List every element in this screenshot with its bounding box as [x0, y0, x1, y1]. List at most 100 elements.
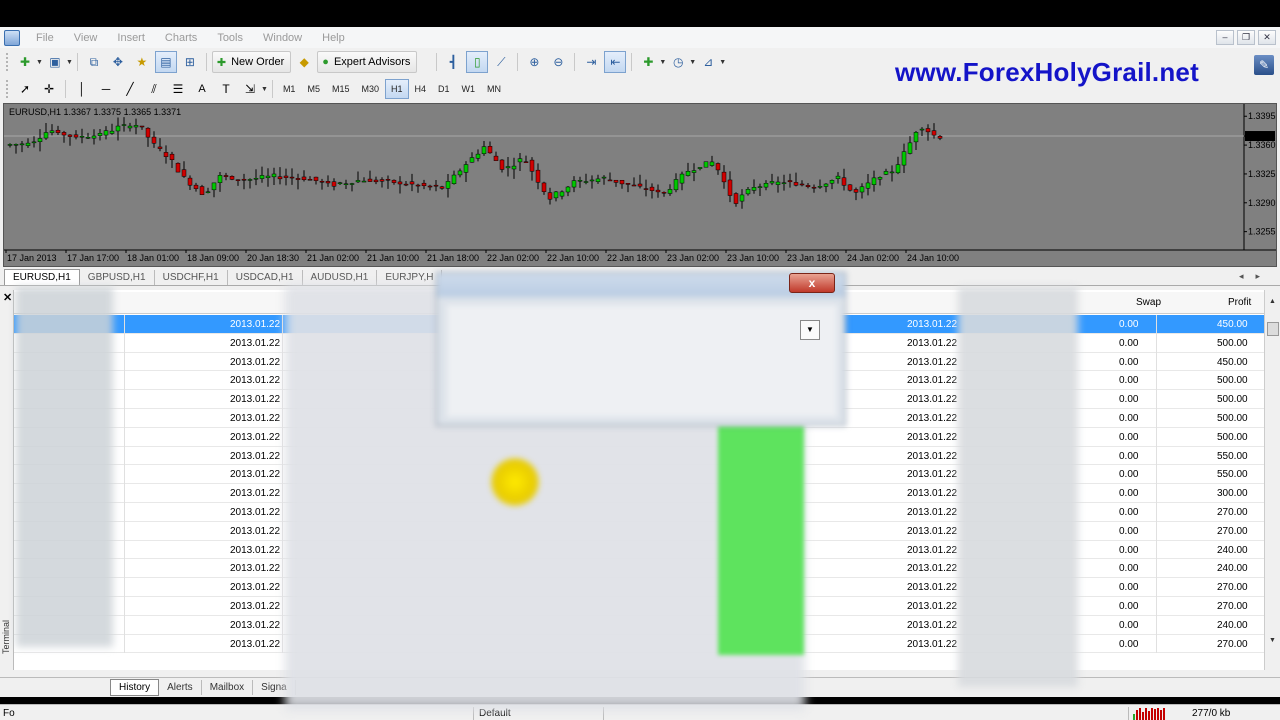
scroll-up-icon[interactable]: ▲ — [1269, 298, 1276, 305]
favorites-icon[interactable]: ★ — [131, 51, 153, 73]
text-icon[interactable]: A — [191, 78, 213, 100]
bear-candle — [61, 132, 67, 136]
scrollbar-thumb[interactable] — [1267, 322, 1279, 336]
terminal-icon[interactable]: ▤ — [154, 51, 177, 73]
scroll-down-icon[interactable]: ▼ — [1269, 637, 1276, 644]
chart-shift-icon[interactable]: ⇤ — [604, 51, 627, 73]
fibonacci-icon[interactable]: ☰ — [167, 78, 189, 100]
bear-candle — [847, 184, 853, 191]
vertical-line-icon[interactable]: │ — [71, 78, 93, 100]
bar-chart-icon[interactable]: ┫ — [442, 51, 464, 73]
restore-button[interactable]: ❐ — [1237, 30, 1255, 45]
bull-candle — [859, 186, 865, 193]
bull-candle — [835, 175, 841, 179]
timeframe-m30[interactable]: M30 — [355, 79, 385, 99]
tab-gbpusd[interactable]: GBPUSD,H1 — [80, 270, 155, 285]
timeframe-m5[interactable]: M5 — [301, 79, 326, 99]
table-scrollbar[interactable]: ▲ ▼ — [1264, 290, 1280, 670]
tab-usdcad[interactable]: USDCAD,H1 — [228, 270, 303, 285]
arrows-icon[interactable]: ⇲ — [239, 78, 261, 100]
bear-candle — [325, 181, 331, 184]
timeframe-m15[interactable]: M15 — [326, 79, 356, 99]
candlestick-chart-icon[interactable]: ▯ — [466, 51, 489, 73]
market-watch-icon[interactable]: ⧉ — [83, 51, 105, 73]
chevron-down-icon[interactable]: ▼ — [36, 59, 43, 66]
cursor-icon[interactable]: ➚ — [14, 78, 36, 100]
swap-cell: 0.00 — [1119, 356, 1139, 368]
column-profit[interactable]: Profit — [1228, 297, 1251, 308]
profiles-icon[interactable]: ▣ — [44, 51, 66, 73]
bull-candle — [571, 180, 577, 188]
timeframe-d1[interactable]: D1 — [432, 79, 456, 99]
menu-insert[interactable]: Insert — [107, 32, 155, 44]
bull-candle — [481, 146, 487, 154]
menu-view[interactable]: View — [64, 32, 108, 44]
column-swap[interactable]: Swap — [1136, 297, 1161, 308]
text-label-icon[interactable]: T — [215, 78, 237, 100]
indicators-icon[interactable]: ✚ — [637, 51, 659, 73]
profit-cell: 500.00 — [1217, 375, 1248, 387]
dialog-close-button[interactable]: x — [789, 273, 835, 293]
toolbar-grip[interactable] — [6, 53, 9, 71]
timeframe-h1[interactable]: H1 — [385, 79, 409, 99]
bear-candle — [331, 181, 337, 187]
column-divider — [1156, 446, 1157, 466]
expert-advisors-button[interactable]: ● Expert Advisors — [317, 51, 418, 73]
horizontal-line-icon[interactable]: ─ — [95, 78, 117, 100]
periods-icon[interactable]: ◷ — [667, 51, 689, 73]
trendline-icon[interactable]: ╱ — [119, 78, 141, 100]
close-window-button[interactable]: ✕ — [1258, 30, 1276, 45]
new-order-button[interactable]: ✚ New Order — [211, 51, 292, 73]
menu-help[interactable]: Help — [312, 32, 355, 44]
notification-icon[interactable]: ✎ — [1254, 55, 1274, 75]
minimize-button[interactable]: – — [1216, 30, 1234, 45]
navigator-icon[interactable]: ✥ — [107, 51, 129, 73]
timeframe-h4[interactable]: H4 — [409, 79, 433, 99]
chevron-down-icon[interactable]: ▼ — [66, 59, 73, 66]
zoom-out-icon[interactable]: ⊖ — [547, 51, 569, 73]
tab-history[interactable]: History — [110, 679, 160, 696]
open-time-cell: 2013.01.22 — [230, 600, 281, 612]
column-divider — [1156, 578, 1157, 597]
timeframe-w1[interactable]: W1 — [456, 79, 482, 99]
bull-candle — [271, 173, 277, 178]
menu-file[interactable]: File — [26, 32, 64, 44]
metaeditor-icon[interactable]: ◆ — [293, 51, 315, 73]
bull-candle — [469, 157, 475, 163]
dialog-dropdown-button[interactable]: ▼ — [800, 320, 820, 340]
menu-window[interactable]: Window — [253, 32, 312, 44]
timeframe-mn[interactable]: MN — [481, 79, 507, 99]
tab-scroll-arrows[interactable]: ◂▸ — [1239, 271, 1272, 282]
timeframe-m1[interactable]: M1 — [277, 79, 302, 99]
tab-eurusd[interactable]: EURUSD,H1 — [4, 269, 80, 285]
tab-alerts[interactable]: Alerts — [159, 680, 202, 695]
tab-eurjpy[interactable]: EURJPY,H — [377, 270, 443, 285]
zoom-in-icon[interactable]: ⊕ — [523, 51, 545, 73]
tab-mailbox[interactable]: Mailbox — [202, 680, 254, 695]
strategy-tester-icon[interactable]: ⊞ — [179, 51, 201, 73]
toolbar-grip[interactable] — [6, 80, 9, 98]
auto-scroll-icon[interactable]: ⇥ — [580, 51, 602, 73]
bull-candle — [751, 187, 757, 191]
bear-candle — [373, 179, 379, 183]
tab-usdchf[interactable]: USDCHF,H1 — [155, 270, 228, 285]
chevron-down-icon[interactable]: ▼ — [659, 59, 666, 66]
chevron-down-icon[interactable]: ▼ — [719, 59, 726, 66]
menu-charts[interactable]: Charts — [155, 32, 207, 44]
price-chart[interactable]: 1.3395 1.3371 1.3360 1.3325 1.3290 1.3255 17 J… — [3, 103, 1277, 267]
crosshair-icon[interactable]: ✛ — [38, 78, 60, 100]
templates-icon[interactable]: ⊿ — [697, 51, 719, 73]
equidistant-channel-icon[interactable]: ⫽ — [143, 78, 165, 100]
close-time-cell: 2013.01.22 — [907, 412, 958, 424]
bull-candle — [589, 179, 595, 182]
chevron-down-icon[interactable]: ▼ — [689, 59, 696, 66]
chevron-down-icon[interactable]: ▼ — [261, 86, 268, 93]
dialog-titlebar — [437, 273, 845, 297]
line-chart-icon[interactable]: ⟋ — [490, 51, 512, 73]
close-terminal-icon[interactable]: ✕ — [3, 291, 12, 304]
bear-candle — [157, 146, 163, 149]
tab-audusd[interactable]: AUDUSD,H1 — [303, 270, 378, 285]
menu-tools[interactable]: Tools — [207, 32, 253, 44]
new-chart-icon[interactable]: ✚ — [14, 51, 36, 73]
bull-candle — [883, 171, 889, 175]
